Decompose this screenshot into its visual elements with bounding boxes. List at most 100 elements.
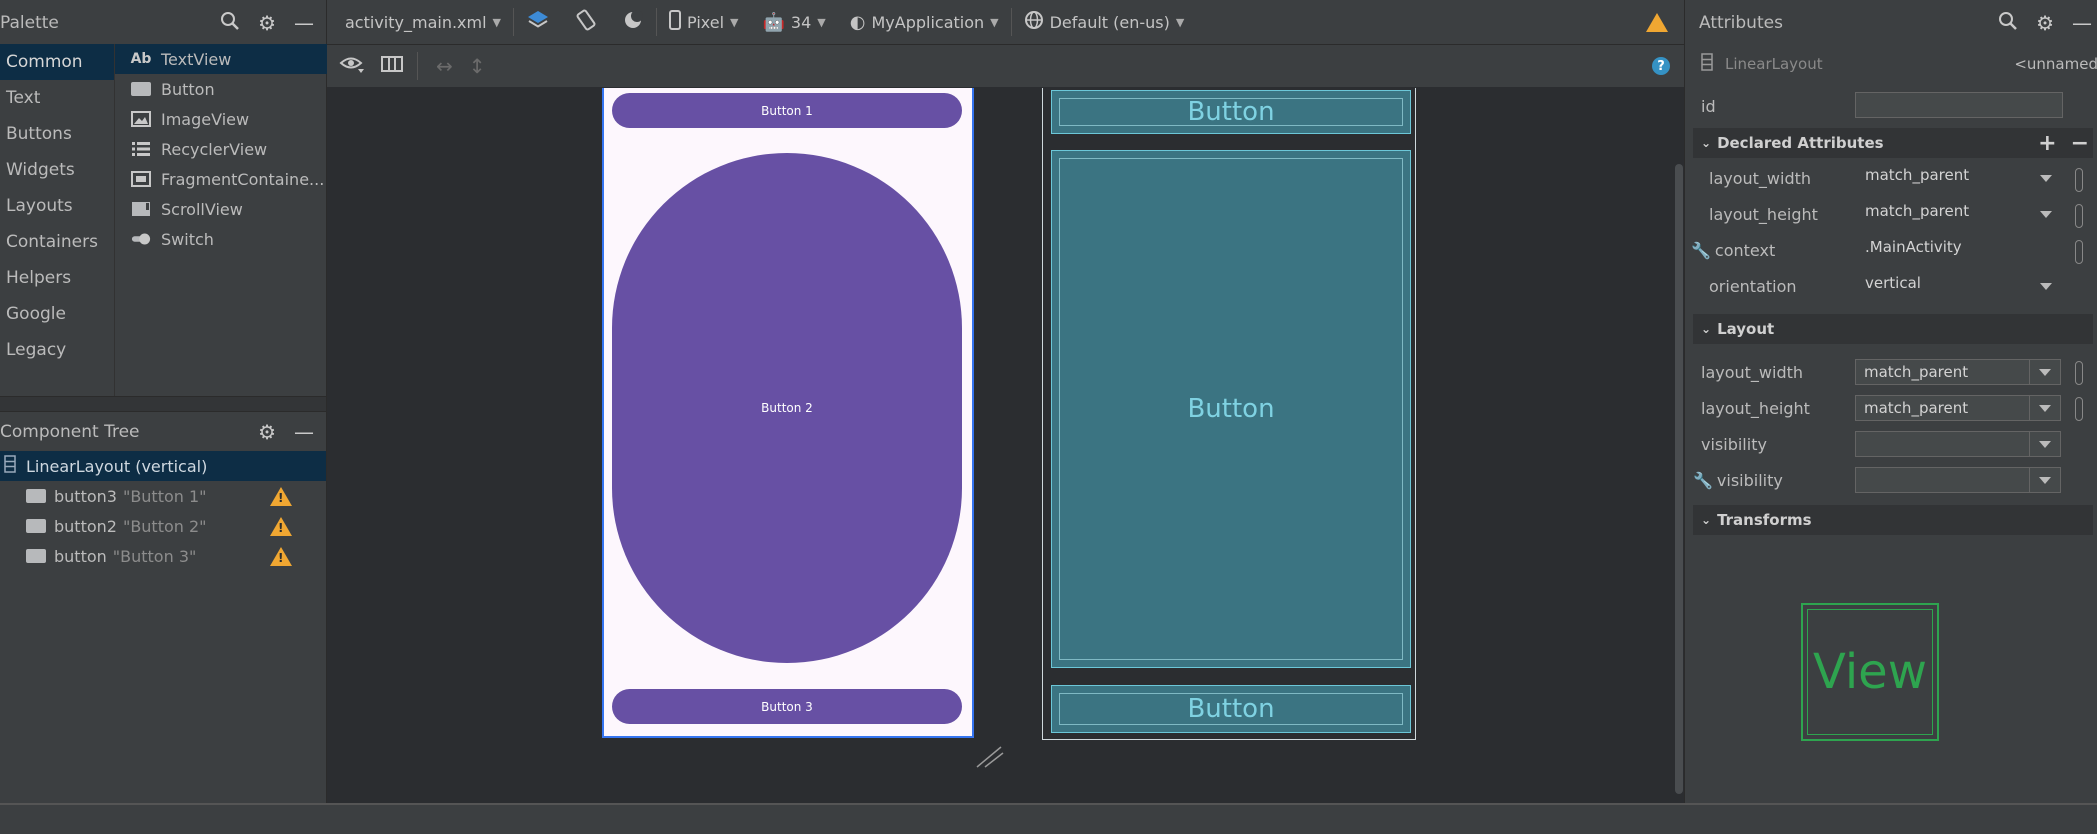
canvas-scrollbar[interactable] bbox=[1675, 164, 1683, 794]
orientation-button[interactable] bbox=[562, 0, 610, 44]
wrench-icon: 🔧 bbox=[1693, 470, 1713, 490]
tree-node-root[interactable]: LinearLayout (vertical) bbox=[0, 451, 326, 481]
gear-icon[interactable]: ⚙ bbox=[258, 11, 276, 35]
preview-button-1[interactable]: Button 1 bbox=[612, 93, 962, 128]
attr-value[interactable]: .MainActivity bbox=[1865, 238, 1962, 256]
design-preview[interactable]: Button 1 Button 2 Button 3 bbox=[602, 88, 974, 738]
dropdown-button[interactable] bbox=[2031, 274, 2061, 298]
resource-picker[interactable] bbox=[2075, 361, 2083, 385]
minimize-icon[interactable]: — bbox=[294, 420, 314, 444]
theme-icon: ◐ bbox=[849, 11, 866, 33]
declared-attributes-section[interactable]: ⌄ Declared Attributes + − bbox=[1693, 128, 2093, 158]
minimize-icon[interactable]: — bbox=[294, 11, 314, 35]
minimize-icon[interactable]: — bbox=[2072, 11, 2092, 35]
gear-icon[interactable]: ⚙ bbox=[2036, 11, 2054, 35]
tree-node[interactable]: button3 "Button 1" bbox=[0, 481, 326, 511]
help-button[interactable]: ? bbox=[1640, 44, 1684, 88]
horizontal-resize-button[interactable]: ↔ bbox=[428, 44, 461, 88]
layout-section[interactable]: ⌄ Layout bbox=[1693, 314, 2093, 344]
dropdown-button[interactable] bbox=[2031, 166, 2061, 190]
add-icon[interactable]: + bbox=[2038, 131, 2056, 156]
transforms-section[interactable]: ⌄ Transforms bbox=[1693, 505, 2093, 535]
issues-button[interactable] bbox=[1634, 0, 1684, 44]
rotate-icon bbox=[574, 8, 598, 36]
search-icon[interactable] bbox=[1998, 11, 2018, 36]
dropdown-button[interactable] bbox=[2029, 396, 2060, 420]
palette-category[interactable]: Google bbox=[0, 296, 114, 332]
transform-preview: View bbox=[1801, 603, 1939, 741]
warning-icon[interactable] bbox=[270, 487, 292, 506]
blueprint-button-2[interactable]: Button bbox=[1051, 150, 1411, 668]
palette-category[interactable]: Widgets bbox=[0, 152, 114, 188]
palette-category[interactable]: Buttons bbox=[0, 116, 114, 152]
blueprint-button-3[interactable]: Button bbox=[1051, 685, 1411, 733]
dropdown-button[interactable] bbox=[2031, 202, 2061, 226]
dropdown-button[interactable] bbox=[2029, 360, 2060, 384]
vertical-resize-button[interactable]: ↕ bbox=[461, 44, 494, 88]
palette-item-switch[interactable]: Switch bbox=[115, 224, 327, 254]
id-field[interactable] bbox=[1855, 92, 2063, 118]
design-surface-button[interactable] bbox=[514, 0, 562, 44]
attr-name: layout_width bbox=[1709, 168, 1812, 188]
panel-toggle-button[interactable] bbox=[377, 44, 407, 88]
palette-category[interactable]: Layouts bbox=[0, 188, 114, 224]
warning-icon[interactable] bbox=[270, 547, 292, 566]
layout-height-field[interactable]: match_parent bbox=[1855, 395, 2061, 421]
view-options-button[interactable] bbox=[327, 44, 377, 88]
palette-category[interactable]: Common bbox=[0, 44, 114, 80]
file-selector[interactable]: activity_main.xml ▼ bbox=[327, 0, 513, 44]
tree-node[interactable]: button "Button 3" bbox=[0, 541, 326, 571]
resize-handle[interactable] bbox=[975, 745, 1005, 769]
wrench-icon: 🔧 bbox=[1691, 240, 1711, 260]
attr-value[interactable]: match_parent bbox=[1865, 166, 1969, 184]
palette-category[interactable]: Helpers bbox=[0, 260, 114, 296]
locale-selector[interactable]: Default (en-us) ▼ bbox=[1012, 0, 1197, 44]
device-selector[interactable]: Pixel ▼ bbox=[657, 0, 750, 44]
resource-picker[interactable] bbox=[2075, 204, 2083, 228]
android-icon: 🤖 bbox=[762, 11, 785, 33]
design-canvas[interactable] bbox=[327, 88, 1667, 803]
preview-button-2[interactable]: Button 2 bbox=[612, 153, 962, 663]
palette-item-fragmentcontainer[interactable]: FragmentContaine... bbox=[115, 164, 327, 194]
blueprint-preview[interactable]: Button Button Button bbox=[1042, 88, 1416, 740]
dropdown-button[interactable] bbox=[2029, 468, 2060, 492]
tree-node-label: LinearLayout (vertical) bbox=[26, 456, 208, 476]
resource-picker[interactable] bbox=[2075, 168, 2083, 192]
attr-name: layout_width bbox=[1701, 362, 1804, 382]
theme-selector[interactable]: ◐ MyApplication ▼ bbox=[838, 0, 1011, 44]
search-icon[interactable] bbox=[220, 11, 240, 36]
attr-value[interactable]: vertical bbox=[1865, 274, 1921, 292]
palette-item-recyclerview[interactable]: RecyclerView bbox=[115, 134, 327, 164]
palette-category[interactable]: Text bbox=[0, 80, 114, 116]
visibility-field[interactable] bbox=[1855, 431, 2061, 457]
layout-width-field[interactable]: match_parent bbox=[1855, 359, 2061, 385]
tools-visibility-field[interactable] bbox=[1855, 467, 2061, 493]
button-icon bbox=[26, 519, 46, 533]
switch-icon bbox=[131, 231, 151, 247]
component-tree-title: Component Tree bbox=[0, 422, 140, 442]
tree-node[interactable]: button2 "Button 2" bbox=[0, 511, 326, 541]
palette-item-imageview[interactable]: ImageView bbox=[115, 104, 327, 134]
gear-icon[interactable]: ⚙ bbox=[258, 420, 276, 444]
preview-button-3[interactable]: Button 3 bbox=[612, 689, 962, 724]
resource-picker[interactable] bbox=[2075, 240, 2083, 264]
night-mode-button[interactable] bbox=[610, 0, 656, 44]
palette-category[interactable]: Containers bbox=[0, 224, 114, 260]
fragment-icon bbox=[131, 171, 151, 187]
resource-picker[interactable] bbox=[2075, 397, 2083, 421]
palette-category[interactable]: Legacy bbox=[0, 332, 114, 368]
attr-name: context bbox=[1714, 240, 1776, 260]
button-icon bbox=[26, 549, 46, 563]
chevron-down-icon: ▼ bbox=[492, 15, 502, 29]
blueprint-button-1[interactable]: Button bbox=[1051, 90, 1411, 134]
textview-icon: Ab bbox=[130, 51, 152, 67]
dropdown-button[interactable] bbox=[2029, 432, 2060, 456]
palette-item-scrollview[interactable]: ScrollView bbox=[115, 194, 327, 224]
palette-item-button[interactable]: Button bbox=[115, 74, 327, 104]
attr-value[interactable]: match_parent bbox=[1865, 202, 1969, 220]
palette-item-textview[interactable]: Ab TextView bbox=[115, 44, 327, 74]
remove-icon[interactable]: − bbox=[2071, 131, 2089, 156]
api-selector[interactable]: 🤖 34 ▼ bbox=[751, 0, 838, 44]
palette-item-label: RecyclerView bbox=[161, 139, 268, 159]
warning-icon[interactable] bbox=[270, 517, 292, 536]
